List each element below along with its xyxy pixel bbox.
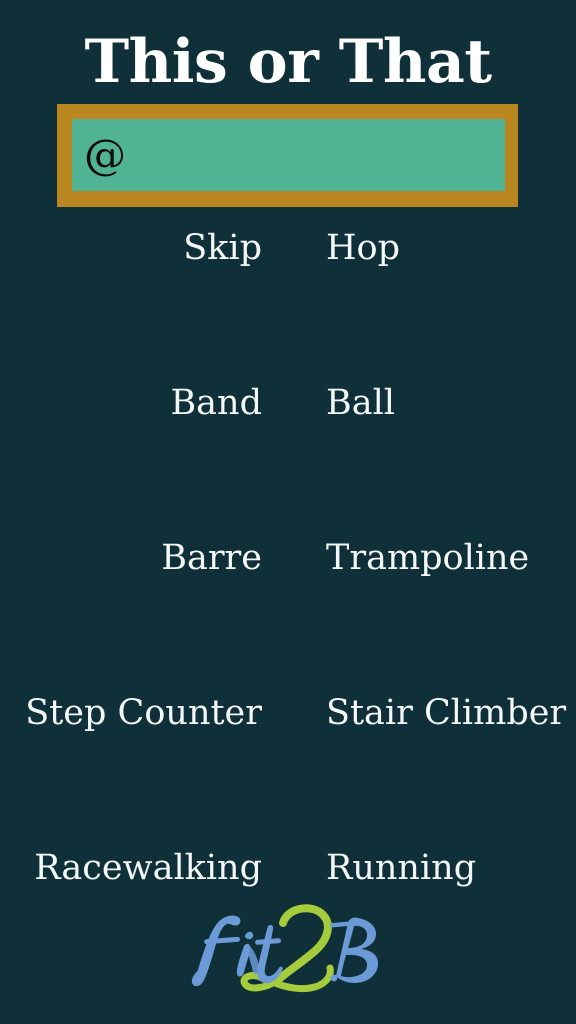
page-title: This or That (84, 27, 492, 97)
input-value: @ (84, 130, 126, 179)
fit2b-logo-graphic (191, 904, 379, 993)
option-left[interactable]: Step Counter (25, 687, 262, 739)
option-row: Band Ball (0, 377, 576, 532)
logo-letter-b (330, 917, 379, 983)
option-left[interactable]: Band (170, 377, 262, 429)
fit2b-logo (188, 898, 388, 998)
logo-letter-t (255, 925, 283, 984)
option-right[interactable]: Hop (326, 222, 400, 274)
option-row: Step Counter Stair Climber (0, 687, 576, 842)
option-right[interactable]: Trampoline (326, 532, 529, 584)
page-root: This or That @ Skip Hop Band Ball Barre … (0, 0, 576, 1024)
logo-letter-f (191, 915, 241, 987)
option-row: Barre Trampoline (0, 532, 576, 687)
option-left[interactable]: Barre (161, 532, 262, 584)
input-frame: @ (57, 104, 518, 207)
options-list: Skip Hop Band Ball Barre Trampoline Step… (0, 222, 576, 997)
option-row: Skip Hop (0, 222, 576, 377)
option-right[interactable]: Running (326, 842, 476, 894)
logo-letter-i-figure (236, 931, 260, 977)
option-left[interactable]: Skip (183, 222, 262, 274)
logo-numeral-2 (240, 904, 334, 993)
option-right[interactable]: Ball (326, 377, 395, 429)
option-left[interactable]: Racewalking (34, 842, 262, 894)
option-right[interactable]: Stair Climber (326, 687, 566, 739)
search-input[interactable]: @ (72, 119, 505, 191)
